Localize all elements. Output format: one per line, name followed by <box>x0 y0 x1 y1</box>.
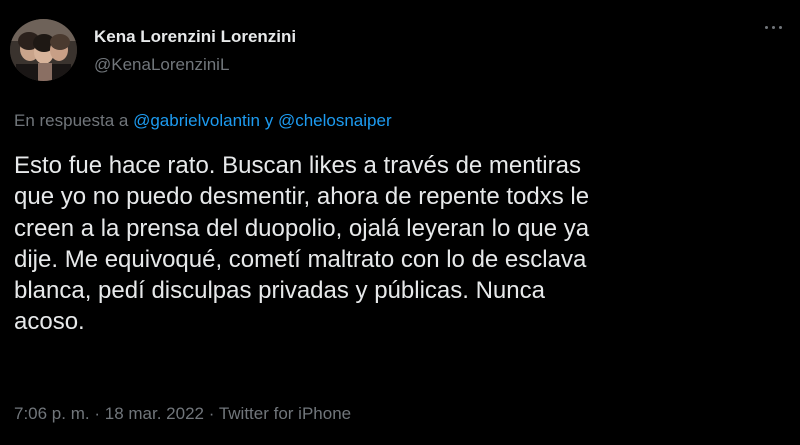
user-handle[interactable]: @KenaLorenziniL <box>94 55 296 75</box>
avatar-photo <box>10 19 77 81</box>
tweet-text: Esto fue hace rato. Buscan likes a travé… <box>14 152 590 336</box>
reply-context: En respuesta a @gabrielvolantin y @chelo… <box>14 111 392 131</box>
reply-conjunction: y <box>264 111 274 130</box>
more-options-icon[interactable] <box>765 26 782 29</box>
tweet-date[interactable]: 18 mar. 2022 <box>105 404 204 423</box>
tweet-source[interactable]: Twitter for iPhone <box>219 404 351 423</box>
author-block: Kena Lorenzini Lorenzini @KenaLorenziniL <box>94 27 296 75</box>
reply-prefix: En respuesta a <box>14 111 129 130</box>
mention-link[interactable]: @gabrielvolantin <box>133 111 260 130</box>
display-name[interactable]: Kena Lorenzini Lorenzini <box>94 27 296 47</box>
meta-separator: · <box>94 404 101 423</box>
dot <box>765 26 768 29</box>
dot <box>779 26 782 29</box>
tweet-time[interactable]: 7:06 p. m. <box>14 404 90 423</box>
dot <box>772 26 775 29</box>
tweet-card: Kena Lorenzini Lorenzini @KenaLorenziniL… <box>0 0 800 445</box>
mention-link[interactable]: @chelosnaiper <box>278 111 392 130</box>
avatar[interactable] <box>10 19 77 81</box>
meta-separator: · <box>208 404 215 423</box>
tweet-meta: 7:06 p. m. · 18 mar. 2022 · Twitter for … <box>14 404 351 424</box>
